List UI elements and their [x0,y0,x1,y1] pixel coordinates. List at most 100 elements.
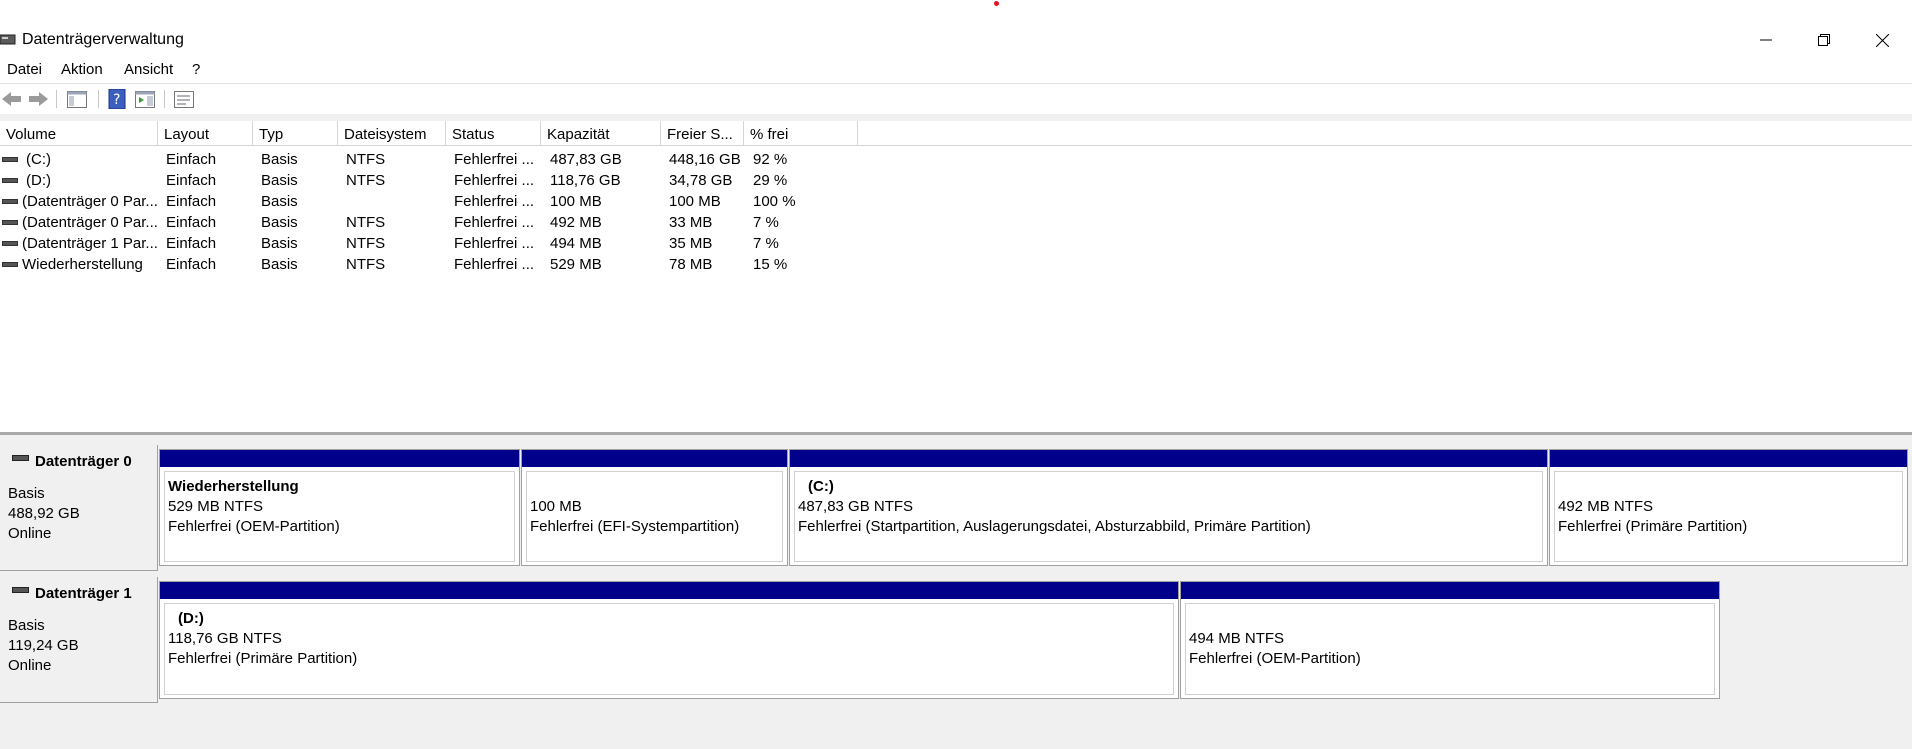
partition-frame [526,471,783,562]
partition-status: Fehlerfrei (Primäre Partition) [1558,518,1748,535]
partition-d[interactable]: (D:) 118,76 GB NTFS Fehlerfrei (Primäre … [159,581,1179,699]
partition-oem[interactable]: 494 MB NTFS Fehlerfrei (OEM-Partition) [1180,581,1720,699]
partition-bar [1550,450,1907,467]
cell-status: Fehlerfrei ... [454,235,535,252]
cell-status: Fehlerfrei ... [454,193,535,210]
volume-row[interactable]: (Datenträger 0 Par... Einfach Basis Fehl… [0,191,900,212]
menu-aktion[interactable]: Aktion [61,61,103,78]
cell-kapazitaet: 529 MB [550,256,602,273]
partition-bar [790,450,1547,467]
cell-kapazitaet: 494 MB [550,235,602,252]
cell-layout: Einfach [166,235,217,252]
partition-efi[interactable]: 100 MB Fehlerfrei (EFI-Systempartition) [521,449,788,566]
disk-0-label[interactable]: Datenträger 0 Basis 488,92 GB Online [0,445,158,571]
column-header-prozent-frei[interactable]: % frei [744,121,858,145]
toolbar-separator [98,90,99,108]
partition-title: (C:) [808,478,834,495]
recording-dot [994,1,999,6]
column-header-dateisystem[interactable]: Dateisystem [338,121,446,145]
cell-status: Fehlerfrei ... [454,256,535,273]
help-button[interactable]: ? [106,88,128,110]
cell-typ: Basis [261,172,298,189]
cell-typ: Basis [261,235,298,252]
cell-volume: (D:) [26,172,51,189]
cell-freier-speicher: 448,16 GB [669,151,741,168]
partition-status: Fehlerfrei (Primäre Partition) [168,650,358,667]
partition-frame [1185,603,1715,695]
cell-prozent-frei: 92 % [753,151,788,168]
cell-dateisystem: NTFS [346,256,386,273]
restore-button[interactable] [1804,27,1844,53]
cell-typ: Basis [261,193,298,210]
volume-icon [2,241,18,246]
console-tree-button[interactable] [66,88,88,110]
action-pane-button[interactable] [134,88,156,110]
forward-button[interactable] [28,88,48,110]
disk-icon [12,587,29,593]
back-arrow-icon [2,92,21,106]
partition-bar [160,582,1178,599]
back-button[interactable] [2,88,22,110]
properties-icon [174,90,194,108]
cell-dateisystem: NTFS [346,172,386,189]
disk-state: Online [8,525,52,542]
column-header-layout[interactable]: Layout [158,121,253,145]
volume-icon [2,157,18,162]
partition-status: Fehlerfrei (EFI-Systempartition) [530,518,740,535]
disk-name: Datenträger 1 [35,585,132,602]
cell-kapazitaet: 492 MB [550,214,602,231]
minimize-button[interactable] [1746,27,1786,53]
cell-volume: (Datenträger 1 Par... [22,235,158,252]
cell-typ: Basis [261,256,298,273]
window-title: Datenträgerverwaltung [22,31,184,48]
partition-size: 494 MB NTFS [1189,630,1285,647]
volume-row[interactable]: Wiederherstellung Einfach Basis NTFS Feh… [0,254,900,275]
cell-kapazitaet: 118,76 GB [550,172,621,189]
partition-recovery[interactable]: Wiederherstellung 529 MB NTFS Fehlerfrei… [159,449,520,566]
cell-dateisystem: NTFS [346,151,386,168]
toolbar-separator [164,90,165,108]
cell-kapazitaet: 100 MB [550,193,602,210]
action-pane-icon [135,90,155,108]
volume-row[interactable]: (Datenträger 1 Par... Einfach Basis NTFS… [0,233,900,254]
cell-prozent-frei: 15 % [753,256,788,273]
properties-button[interactable] [173,88,195,110]
cell-prozent-frei: 7 % [753,235,779,252]
cell-prozent-frei: 7 % [753,214,779,231]
column-header-freier-speicher[interactable]: Freier S... [661,121,744,145]
partition-size: 118,76 GB NTFS [168,630,282,647]
volume-row[interactable]: (Datenträger 0 Par... Einfach Basis NTFS… [0,212,900,233]
cell-volume: (C:) [26,151,51,168]
cell-status: Fehlerfrei ... [454,214,535,231]
column-header-volume[interactable]: Volume [0,121,158,145]
disk-management-app-icon [0,34,16,45]
menu-help[interactable]: ? [192,61,200,78]
menu-ansicht[interactable]: Ansicht [124,61,173,78]
column-header-kapazitaet[interactable]: Kapazität [541,121,661,145]
partition-c[interactable]: (C:) 487,83 GB NTFS Fehlerfrei (Startpar… [789,449,1548,566]
cell-dateisystem: NTFS [346,235,386,252]
cell-freier-speicher: 78 MB [669,256,713,273]
close-button[interactable] [1862,27,1902,53]
disk-state: Online [8,657,52,674]
menu-datei[interactable]: Datei [7,61,42,78]
cell-volume: (Datenträger 0 Par... [22,214,158,231]
disk-size: 488,92 GB [8,505,80,522]
column-header-status[interactable]: Status [446,121,541,145]
partition-size: 492 MB NTFS [1558,498,1654,515]
partition-title: Wiederherstellung [168,478,299,495]
partition-size: 100 MB [530,498,582,515]
cell-freier-speicher: 100 MB [669,193,721,210]
partition-bar [522,450,787,467]
column-header-typ[interactable]: Typ [253,121,338,145]
volume-row[interactable]: (C:) Einfach Basis NTFS Fehlerfrei ... 4… [0,149,900,170]
volume-row[interactable]: (D:) Einfach Basis NTFS Fehlerfrei ... 1… [0,170,900,191]
cell-status: Fehlerfrei ... [454,151,535,168]
partition-primary[interactable]: 492 MB NTFS Fehlerfrei (Primäre Partitio… [1549,449,1908,566]
volume-list-header: Volume Layout Typ Dateisystem Status Kap… [0,121,1912,146]
disk-type: Basis [8,617,45,634]
cell-prozent-frei: 100 % [753,193,796,210]
disk-1-label[interactable]: Datenträger 1 Basis 119,24 GB Online [0,577,158,703]
cell-typ: Basis [261,151,298,168]
disk-size: 119,24 GB [8,637,79,654]
